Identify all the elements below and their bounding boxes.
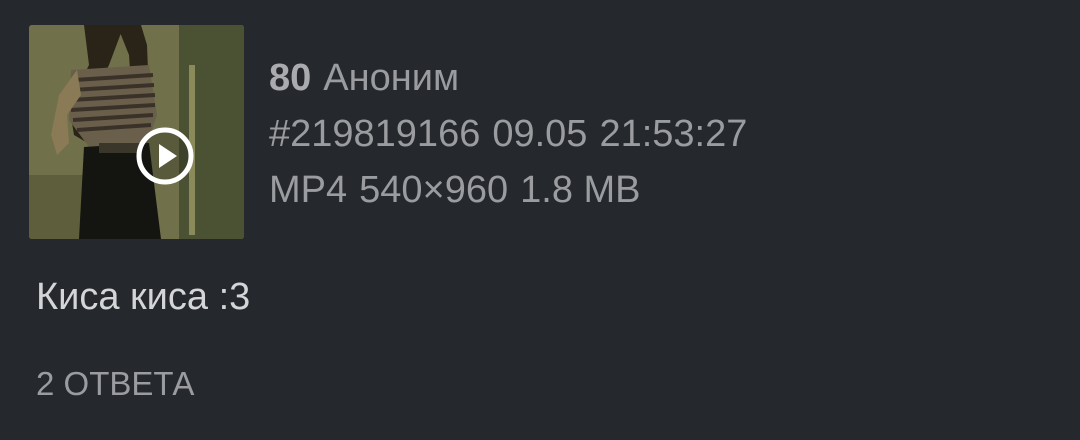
video-thumbnail[interactable] xyxy=(29,25,244,239)
file-size: 1.8 MB xyxy=(520,169,641,211)
post-date: 09.05 xyxy=(492,113,588,155)
file-resolution: 540×960 xyxy=(359,169,509,211)
play-icon[interactable] xyxy=(135,126,195,186)
file-format: MP4 xyxy=(269,169,348,211)
post-meta: 80 Аноним #219819166 09.05 21:53:27 MP4 540×… xyxy=(269,50,747,218)
replies-button[interactable]: 2 ОТВЕТА xyxy=(36,362,194,406)
post-id-line: #219819166 09.05 21:53:27 xyxy=(269,106,747,162)
post-time: 21:53:27 xyxy=(599,113,748,155)
post-number[interactable]: 80 xyxy=(269,57,311,99)
post: 80 Аноним #219819166 09.05 21:53:27 MP4 540×… xyxy=(0,0,1080,440)
post-header-line: 80 Аноним xyxy=(269,50,747,106)
file-info-line: MP4 540×960 1.8 MB xyxy=(269,162,747,218)
post-comment: Киса киса :3 xyxy=(36,276,251,318)
post-id[interactable]: #219819166 xyxy=(269,113,480,155)
author-name: Аноним xyxy=(323,57,460,99)
